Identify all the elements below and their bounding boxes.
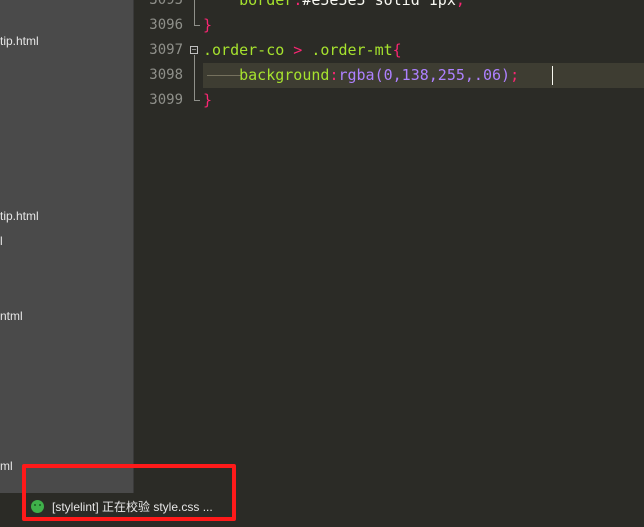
css-property: background bbox=[239, 66, 330, 84]
css-semicolon: ; bbox=[510, 66, 520, 84]
text-cursor bbox=[552, 66, 553, 85]
fold-guide bbox=[194, 0, 195, 25]
line-number-gutter: 3095 3096 3097 3098 3099 − bbox=[134, 0, 202, 527]
css-combinator: > bbox=[284, 41, 312, 59]
code-line-3096[interactable]: } bbox=[203, 13, 212, 38]
line-number: 3095 bbox=[149, 0, 183, 8]
css-property: border bbox=[239, 0, 294, 9]
sidebar-file-item[interactable]: tip.html bbox=[0, 34, 39, 48]
sidebar-file-item[interactable]: l bbox=[0, 234, 3, 248]
sidebar-file-item[interactable]: ml bbox=[0, 459, 13, 473]
css-selector: .order-mt bbox=[311, 41, 393, 59]
sidebar-file-item[interactable]: tip.html bbox=[0, 209, 39, 223]
line-number: 3098 bbox=[149, 67, 183, 83]
fold-end-marker bbox=[194, 100, 200, 101]
css-selector: .order-co bbox=[203, 41, 285, 59]
css-semicolon: ; bbox=[455, 0, 465, 9]
css-colon: : bbox=[293, 0, 303, 9]
annotation-highlight-box bbox=[22, 464, 236, 521]
css-brace: } bbox=[203, 91, 213, 109]
file-sidebar: tip.html tip.html l ntml ml bbox=[0, 0, 134, 527]
line-number: 3099 bbox=[149, 92, 183, 108]
css-brace: } bbox=[203, 16, 213, 34]
fold-end-marker bbox=[194, 25, 200, 26]
code-line-3097[interactable]: .order-co > .order-mt{ bbox=[203, 38, 402, 63]
css-value: rgba(0,138,255,.06) bbox=[338, 66, 511, 84]
sidebar-file-item[interactable]: ntml bbox=[0, 309, 23, 323]
css-value: #e5e5e5 solid 1px bbox=[302, 0, 456, 9]
css-brace: { bbox=[392, 41, 402, 59]
line-number: 3097 bbox=[149, 42, 183, 58]
code-line-3095[interactable]: border:#e5e5e5 solid 1px; bbox=[203, 0, 465, 13]
fold-guide bbox=[194, 55, 195, 100]
code-line-3099[interactable]: } bbox=[203, 88, 212, 113]
fold-collapse-icon[interactable]: − bbox=[190, 46, 198, 54]
code-line-3098[interactable]: background:rgba(0,138,255,.06); bbox=[203, 63, 519, 88]
line-number: 3096 bbox=[149, 17, 183, 33]
